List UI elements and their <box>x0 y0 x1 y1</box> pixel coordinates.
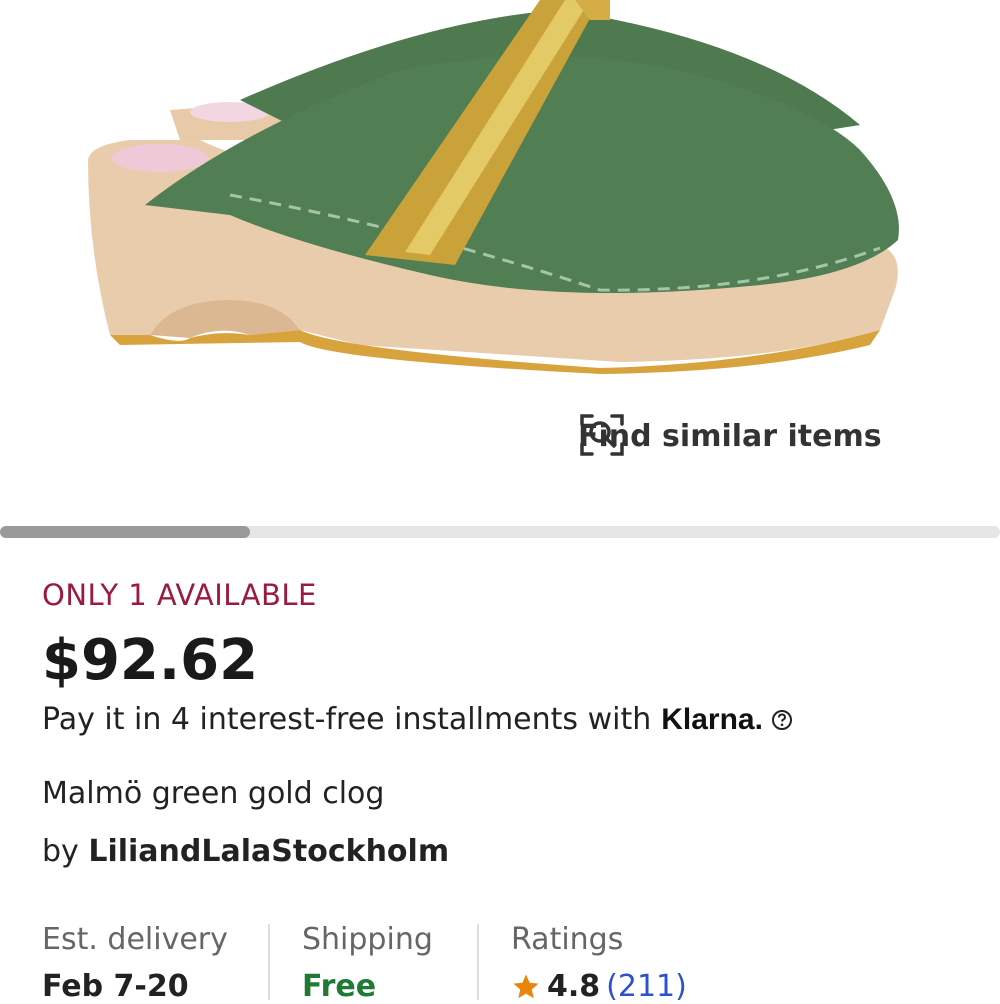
seller-link[interactable]: LiliandLalaStockholm <box>88 834 449 869</box>
image-gallery-scrollbar[interactable] <box>0 526 1000 538</box>
installments-row: Pay it in 4 interest-free installments w… <box>42 702 793 737</box>
scrollbar-thumb[interactable] <box>0 526 250 538</box>
shipping-label: Shipping <box>302 922 433 957</box>
rating-score: 4.8 <box>547 969 601 1004</box>
seller-prefix: by <box>42 834 79 869</box>
ratings-value: 4.8 (211) <box>511 969 687 1004</box>
product-title: Malmö green gold clog <box>42 776 385 811</box>
delivery-label: Est. delivery <box>42 922 228 957</box>
rating-count-link[interactable]: (211) <box>606 969 687 1004</box>
star-icon <box>513 974 539 998</box>
product-image[interactable]: Find similar items <box>0 0 1000 500</box>
delivery-value: Feb 7-20 <box>42 969 189 1004</box>
visual-search-icon <box>580 414 624 456</box>
installments-text: Pay it in 4 interest-free installments w… <box>42 702 652 737</box>
seller-row: by LiliandLalaStockholm <box>42 834 449 869</box>
klarna-logo: Klarna. <box>661 702 763 736</box>
shipping-info[interactable]: Shipping Free <box>302 922 433 1004</box>
delivery-info[interactable]: Est. delivery Feb 7-20 <box>42 922 228 1004</box>
divider <box>268 924 270 1000</box>
ratings-info[interactable]: Ratings 4.8 (211) <box>511 922 687 1004</box>
product-price: $92.62 <box>42 628 259 693</box>
availability-notice: ONLY 1 AVAILABLE <box>42 578 317 612</box>
question-circle-icon[interactable] <box>771 709 793 731</box>
shipping-value: Free <box>302 969 377 1004</box>
find-similar-button[interactable]: Find similar items <box>578 410 882 462</box>
ratings-label: Ratings <box>511 922 624 957</box>
divider <box>477 924 479 1000</box>
